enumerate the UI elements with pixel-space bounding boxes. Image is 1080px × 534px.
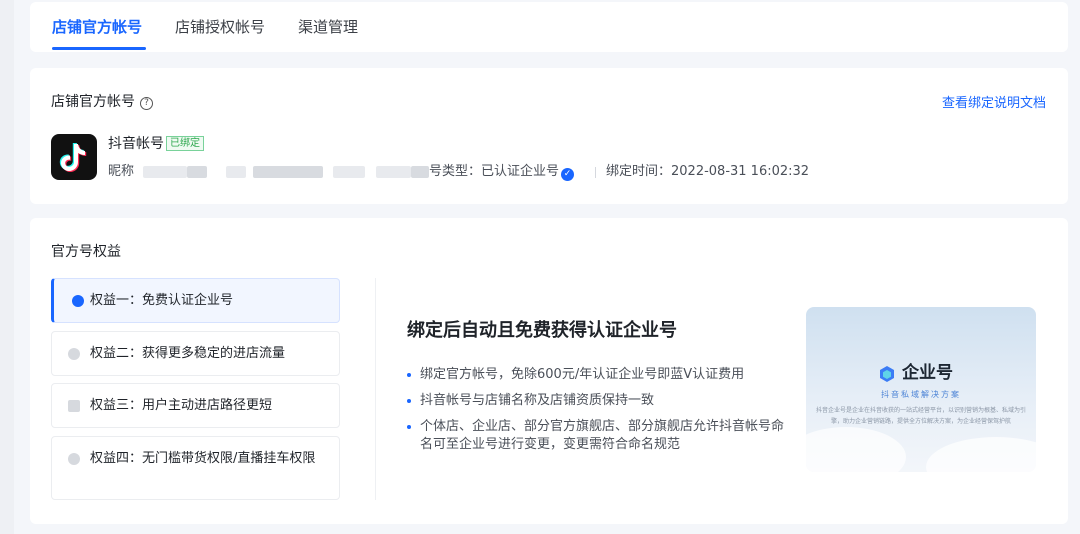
tab-bar: 店铺官方帐号 店铺授权帐号 渠道管理 [30,2,1068,52]
benefit-detail-title: 绑定后自动且免费获得认证企业号 [407,320,677,341]
redacted-nickname-block [411,166,429,178]
official-account-card: 店铺官方帐号? 查看绑定说明文档 抖音帐号 已绑定 昵称 号类型：已认证企业号 ✓ … [30,68,1068,204]
benefit-detail-bullet: 绑定官方帐号，免除600元/年认证企业号即蓝V认证费用 [407,366,792,384]
nickname-label: 昵称 [108,164,135,179]
benefit-item-label: 权益二：获得更多稳定的进店流量 [90,346,286,361]
bound-status-badge: 已绑定 [166,136,204,151]
benefit-item-label: 权益一：免费认证企业号 [90,293,234,308]
page-edge [0,0,14,534]
cloud-decoration [926,437,1036,472]
benefits-divider [375,278,376,500]
binding-doc-link[interactable]: 查看绑定说明文档 [942,92,1046,111]
account-type-text: 号类型：已认证企业号 [429,164,560,179]
account-meta-row: 昵称 号类型：已认证企业号 ✓ 绑定时间：2022-08-31 16:02:32 [108,162,848,182]
promo-description: 抖音企业号是企业在抖音收获的一站式经营平台，以识别营销为根基、私域为引擎，助力企… [816,407,1027,425]
benefits-card: 官方号权益 权益一：免费认证企业号 权益二：获得更多稳定的进店流量 权益三：用户… [30,218,1068,524]
tab-authorized-account[interactable]: 店铺授权帐号 [175,16,265,38]
platform-name-text: 抖音帐号 [108,136,164,152]
enterprise-account-promo-image: 企业号 抖音私域解决方案 抖音企业号是企业在抖音收获的一站式经营平台，以识别营销… [806,307,1036,472]
benefit-item-label: 权益四：无门槛带货权限/直播挂车权限 [90,451,316,466]
benefit-item-2[interactable]: 权益二：获得更多稳定的进店流量 [51,331,340,376]
enterprise-logo-icon [880,366,894,382]
benefit-item-3[interactable]: 权益三：用户主动进店路径更短 [51,383,340,428]
redacted-nickname-block [333,166,365,178]
redacted-nickname-block [253,166,323,178]
official-account-title: 店铺官方帐号? [51,92,153,112]
redacted-nickname-block [143,166,187,178]
redacted-nickname-block [376,166,411,178]
redacted-nickname-block [187,166,207,178]
redacted-nickname-block [226,166,246,178]
benefits-title: 官方号权益 [51,244,121,260]
bind-time: 绑定时间：2022-08-31 16:02:32 [606,164,810,179]
account-type: 号类型：已认证企业号 ✓ [429,162,575,182]
verified-check-icon: ✓ [561,168,575,181]
benefit-detail-bullet: 个体店、企业店、部分官方旗舰店、部分旗舰店允许抖音帐号命名可至企业号进行变更，变… [407,418,792,454]
benefit-detail-list: 绑定官方帐号，免除600元/年认证企业号即蓝V认证费用 抖音帐号与店铺名称及店铺… [407,366,792,462]
traffic-icon [68,348,80,360]
promo-title: 企业号 [902,363,953,383]
active-tab-indicator [52,47,146,50]
benefit-item-4[interactable]: 权益四：无门槛带货权限/直播挂车权限 [51,436,340,500]
douyin-logo-icon [51,134,97,180]
benefit-item-1[interactable]: 权益一：免费认证企业号 [51,278,340,323]
promo-subtitle: 抖音私域解决方案 [881,390,961,399]
account-platform-name: 抖音帐号 已绑定 [108,134,204,154]
user-icon [68,453,80,465]
tab-official-account[interactable]: 店铺官方帐号 [52,16,142,38]
benefit-detail-bullet: 抖音帐号与店铺名称及店铺资质保持一致 [407,392,792,410]
help-icon[interactable]: ? [140,97,153,110]
path-icon [68,400,80,412]
meta-divider [595,167,596,178]
tab-channel-management[interactable]: 渠道管理 [298,16,358,38]
shield-icon [72,295,84,307]
cloud-decoration [806,427,906,472]
benefit-item-label: 权益三：用户主动进店路径更短 [90,398,273,413]
official-account-title-text: 店铺官方帐号 [51,94,135,110]
